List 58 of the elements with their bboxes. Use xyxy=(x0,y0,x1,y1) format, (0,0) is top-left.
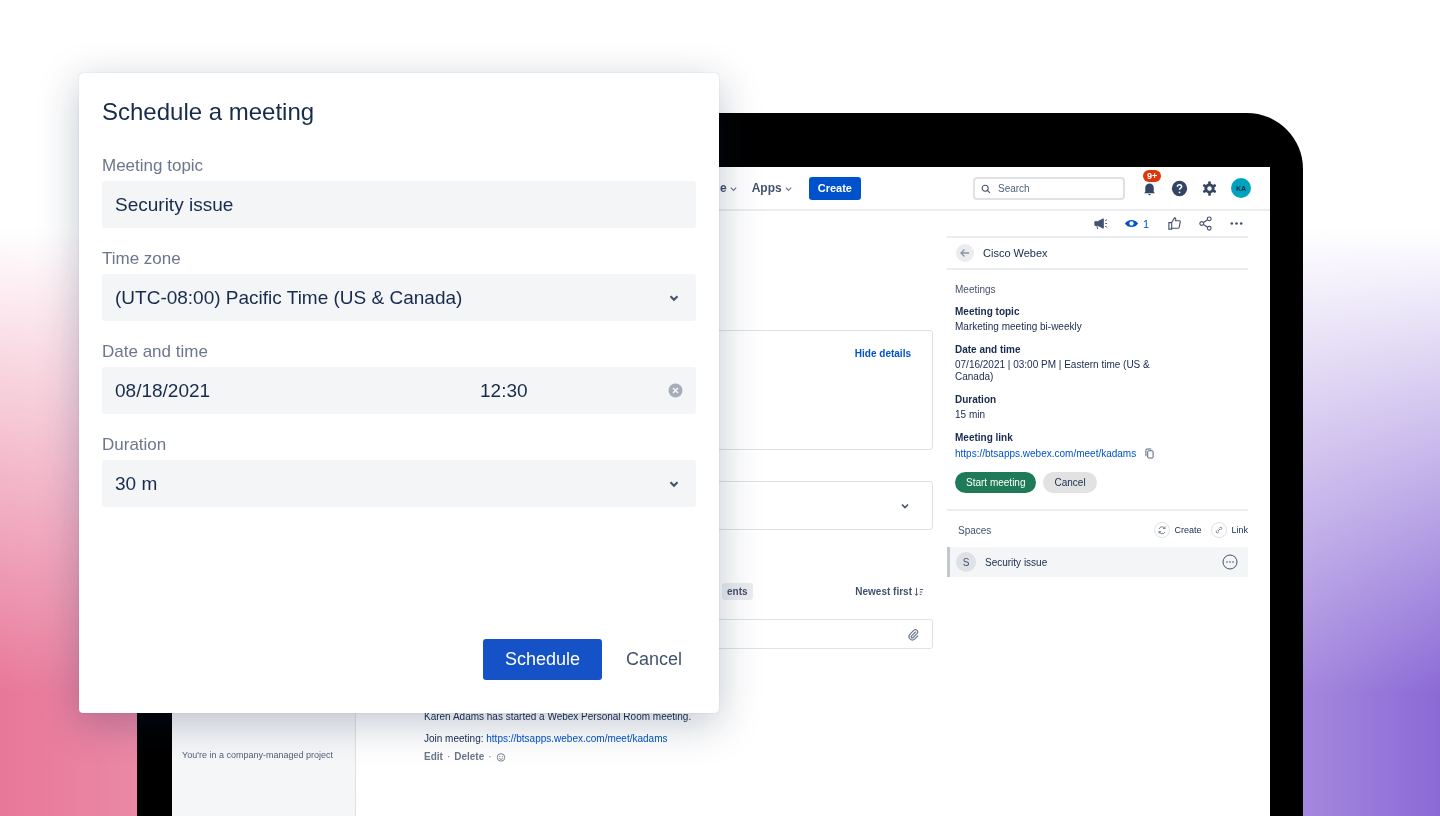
cancel-button[interactable]: Cancel xyxy=(1043,472,1097,493)
dialog-title: Schedule a meeting xyxy=(102,97,316,126)
activity-tab[interactable]: ents xyxy=(722,583,753,600)
refresh-icon xyxy=(1154,522,1171,538)
schedule-button[interactable]: Schedule xyxy=(482,639,602,680)
create-space-button[interactable]: Create xyxy=(1154,522,1202,538)
detail-value: 07/16/2021 | 03:00 PM | Eastern time (US & Canada) xyxy=(955,359,1151,383)
more-icon[interactable] xyxy=(1222,554,1238,570)
detail-label: Meeting topic xyxy=(955,306,1021,317)
date-time-field[interactable]: 08/18/2021 12:30 xyxy=(102,367,696,414)
back-icon[interactable] xyxy=(956,244,974,262)
detail-value: 15 min xyxy=(955,409,986,421)
share-icon[interactable] xyxy=(1198,216,1213,231)
join-link[interactable]: https://btsapps.webex.com/meet/kadams xyxy=(486,733,668,744)
detail-label: Date and time xyxy=(955,344,1022,355)
meeting-link[interactable]: https://btsapps.webex.com/meet/kadams xyxy=(955,448,1137,459)
section-heading: Meetings xyxy=(954,284,997,295)
copy-icon[interactable] xyxy=(1145,448,1155,459)
watchers-button[interactable]: 1 xyxy=(1123,216,1149,231)
detail-value: Marketing meeting bi-weekly xyxy=(955,321,1083,333)
space-avatar: S xyxy=(956,552,976,572)
space-name: Security issue xyxy=(985,556,1049,568)
megaphone-icon[interactable] xyxy=(1092,216,1108,231)
settings-icon[interactable] xyxy=(1201,179,1218,197)
cancel-button[interactable]: Cancel xyxy=(611,639,696,680)
panel-title: Cisco Webex xyxy=(983,247,1048,259)
paperclip-icon[interactable] xyxy=(907,627,920,641)
detail-label: Duration xyxy=(955,394,998,405)
select-field[interactable]: (UTC-08:00) Pacific Time (US & Canada) xyxy=(102,274,696,321)
nav-menu[interactable]: e xyxy=(720,181,738,195)
thumbs-up-icon[interactable] xyxy=(1167,216,1182,231)
nav-menu[interactable]: Apps xyxy=(751,181,793,195)
link-icon xyxy=(1211,522,1228,538)
emoji-icon[interactable] xyxy=(495,751,506,762)
comment-action-link[interactable]: Edit xyxy=(424,751,443,762)
space-list-item[interactable]: S Security issue xyxy=(947,547,1248,577)
hide-details-link[interactable]: Hide details xyxy=(854,348,911,359)
start-meeting-button[interactable]: Start meeting xyxy=(955,472,1037,493)
help-icon[interactable] xyxy=(1171,179,1188,197)
detail-label: Meeting link xyxy=(955,432,1014,443)
sort-icon xyxy=(914,586,924,597)
sort-toggle[interactable]: Newest first xyxy=(855,586,924,597)
separator-dot: · xyxy=(446,751,451,762)
notification-badge: 9+ xyxy=(1143,169,1162,182)
field-label: Date and time xyxy=(102,341,209,363)
field-label: Time zone xyxy=(102,248,182,270)
text-field[interactable]: Security issue xyxy=(102,181,696,228)
join-label: Join meeting: xyxy=(424,733,484,744)
search-field[interactable]: Search xyxy=(973,176,1125,200)
field-label: Duration xyxy=(102,434,168,456)
field-label: Meeting topic xyxy=(102,155,205,177)
create-button[interactable]: Create xyxy=(808,176,861,200)
spaces-heading: Spaces xyxy=(958,524,993,536)
comment-action-link[interactable]: Delete xyxy=(454,751,485,762)
separator-dot: · xyxy=(488,751,492,762)
select-field[interactable]: 30 m xyxy=(102,460,696,507)
project-type-note: You're in a company-managed project xyxy=(182,750,333,760)
link-space-button[interactable]: Link xyxy=(1211,522,1248,538)
